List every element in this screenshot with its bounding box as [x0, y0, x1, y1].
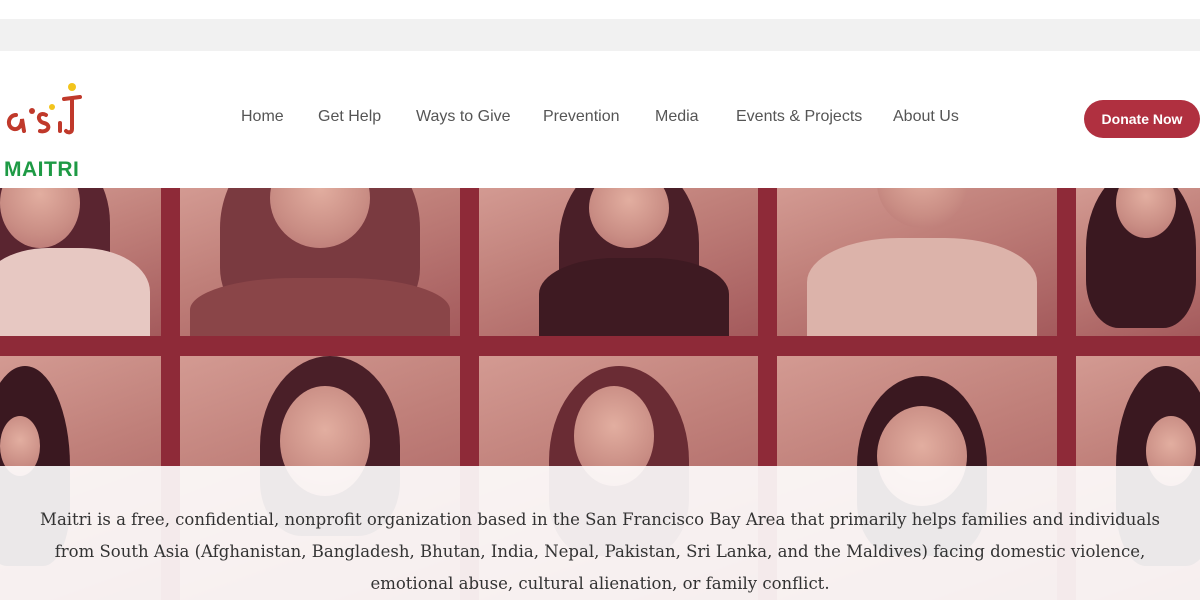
nav-item-home[interactable]: Home [241, 108, 284, 126]
nav-item-events-projects[interactable]: Events & Projects [736, 108, 862, 126]
hero-caption-panel: Maitri is a free, confidential, nonprofi… [0, 466, 1200, 600]
hero-photo [180, 188, 460, 336]
nav-item-prevention[interactable]: Prevention [543, 108, 620, 126]
top-gray-bar [0, 19, 1200, 51]
site-header: MAITRI Home Get Help Ways to Give Preven… [0, 51, 1200, 188]
hero-photo [1076, 188, 1200, 336]
hero-description: Maitri is a free, confidential, nonprofi… [40, 509, 1160, 593]
hero-photo [0, 188, 161, 336]
top-strip [0, 0, 1200, 19]
nav-item-media[interactable]: Media [655, 108, 699, 126]
nav-item-get-help[interactable]: Get Help [318, 108, 381, 126]
nav-item-about-us[interactable]: About Us [893, 108, 959, 126]
hero-photo [479, 188, 758, 336]
nav-item-ways-to-give[interactable]: Ways to Give [416, 108, 511, 126]
main-nav: Home Get Help Ways to Give Prevention Me… [0, 51, 1200, 188]
donate-now-button[interactable]: Donate Now [1084, 100, 1200, 138]
hero-photo [777, 188, 1057, 336]
hero-photo-grid: Maitri is a free, confidential, nonprofi… [0, 188, 1200, 600]
